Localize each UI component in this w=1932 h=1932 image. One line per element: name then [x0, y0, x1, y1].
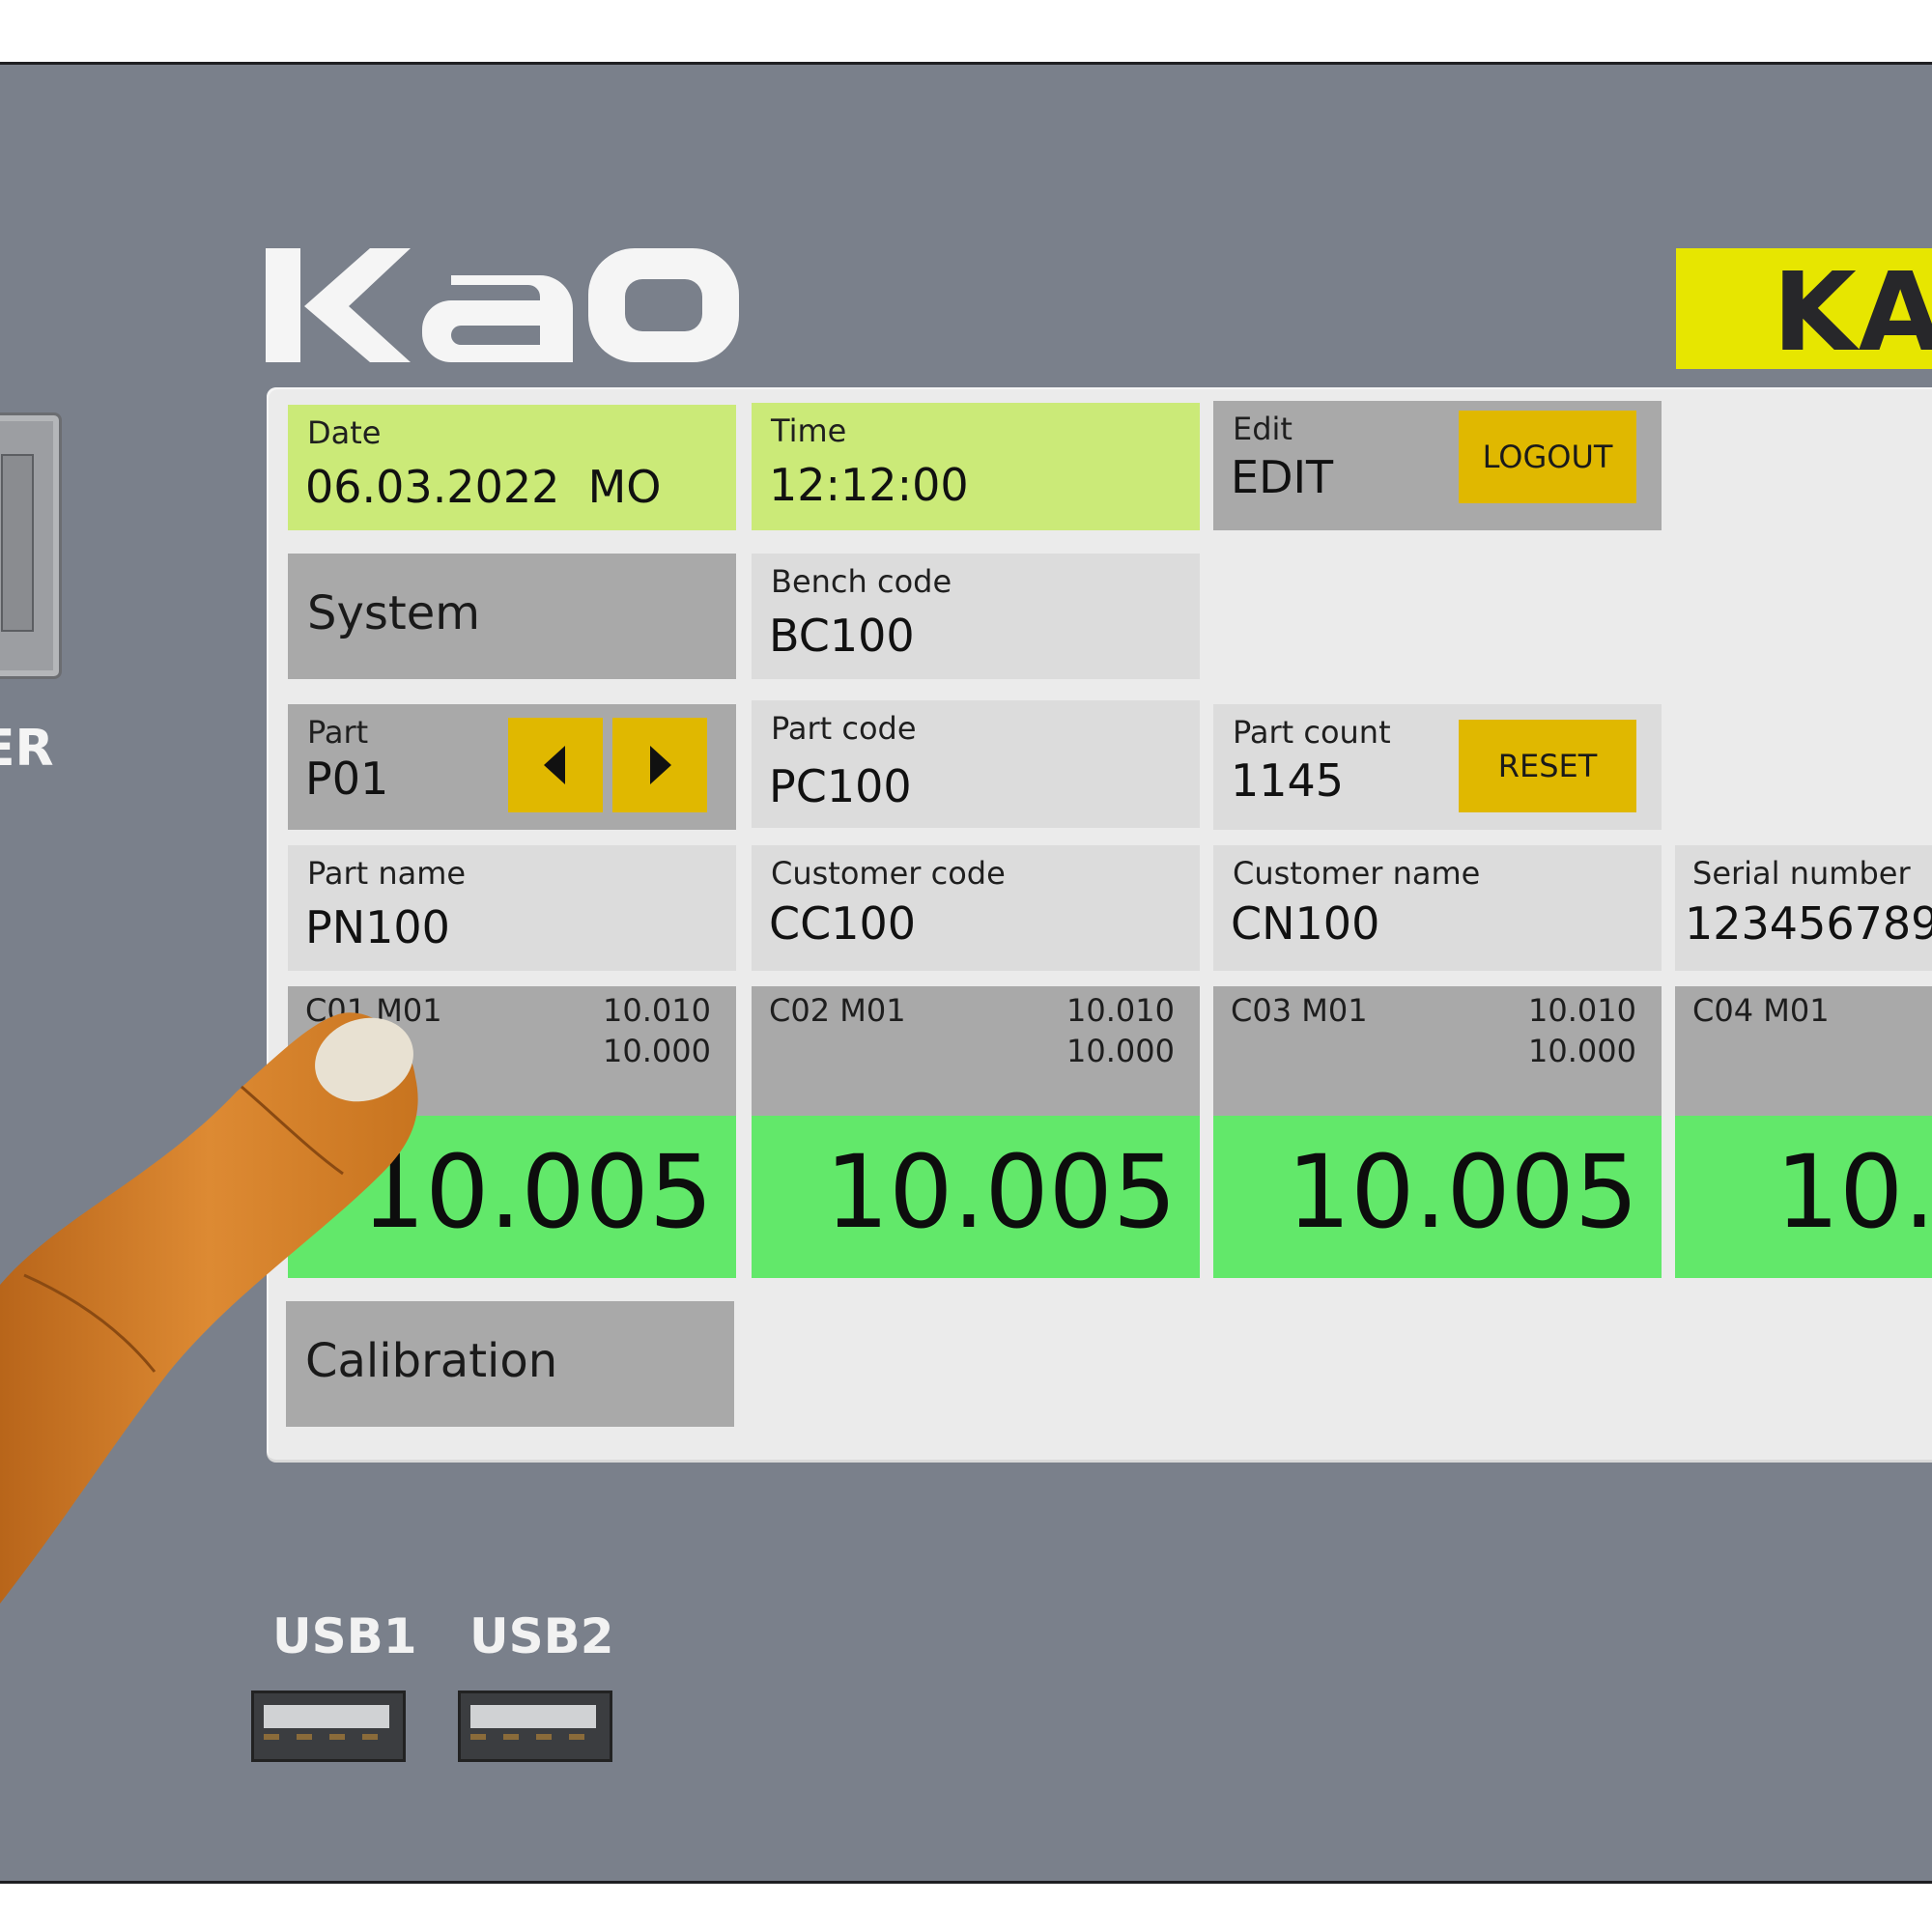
channel-lower-limit: 10.000 [603, 1033, 711, 1069]
customer-name-label: Customer name [1233, 855, 1481, 892]
serial-number-label: Serial number [1692, 855, 1911, 892]
edit-value: EDIT [1231, 451, 1334, 503]
triangle-right-icon [650, 746, 671, 784]
channel-name: C01 M01 [305, 992, 442, 1029]
part-count-tile: Part count 1145 RESET [1213, 704, 1662, 830]
channel-reading-panel: 10.005 [1213, 1116, 1662, 1278]
part-name-value: PN100 [305, 901, 450, 953]
part-count-value: 1145 [1231, 754, 1345, 807]
part-name-tile: Part name PN100 [288, 845, 736, 971]
channel-reading: 10.005 [361, 1133, 713, 1251]
channel-tile-c02[interactable]: C02 M01 10.010 10.000 10.005 [752, 986, 1200, 1278]
part-label: Part [307, 714, 369, 751]
part-code-value: PC100 [769, 760, 912, 812]
time-tile: Time 12:12:00 [752, 403, 1200, 530]
touch-screen: Date 06.03.2022 MO Time 12:12:00 Edit ED… [267, 387, 1932, 1460]
channel-lower-limit: 10.000 [1066, 1033, 1175, 1069]
channel-tile-c01[interactable]: C01 M01 10.010 10.000 10.005 [288, 986, 736, 1278]
date-value: 06.03.2022 MO [305, 461, 662, 513]
usb1-port[interactable] [251, 1690, 406, 1762]
serial-number-value: 123456789 [1685, 897, 1932, 950]
edit-label: Edit [1233, 411, 1293, 447]
usb1-label: USB1 [272, 1608, 417, 1664]
usb2-port[interactable] [458, 1690, 612, 1762]
channel-name: C03 M01 [1231, 992, 1368, 1029]
power-rocker[interactable] [1, 454, 34, 632]
usb-tongue [264, 1705, 389, 1728]
part-code-tile: Part code PC100 [752, 700, 1200, 828]
instrument-front-panel: kao KA1 ER Date 06.03.2022 MO Time 12:12… [0, 62, 1932, 1884]
channel-reading-panel: 10.005 [752, 1116, 1200, 1278]
channel-upper-limit: 10.010 [1066, 992, 1175, 1029]
usb2-label: USB2 [469, 1608, 614, 1664]
bench-code-tile: Bench code BC100 [752, 554, 1200, 679]
edit-tile[interactable]: Edit EDIT LOGOUT [1213, 401, 1662, 530]
part-next-button[interactable] [612, 718, 707, 812]
model-badge-text: KA1 [1773, 250, 1932, 369]
system-button-label: System [307, 586, 480, 640]
channel-name: C02 M01 [769, 992, 906, 1029]
channel-upper-limit: 10.010 [603, 992, 711, 1029]
channel-reading: 10.005 [825, 1133, 1177, 1251]
triangle-left-icon [544, 746, 565, 784]
part-prev-button[interactable] [508, 718, 603, 812]
part-name-label: Part name [307, 855, 467, 892]
channel-upper-limit: 10.010 [1528, 992, 1636, 1029]
date-label: Date [307, 414, 382, 451]
customer-code-tile: Customer code CC100 [752, 845, 1200, 971]
time-value: 12:12:00 [769, 459, 969, 511]
customer-code-label: Customer code [771, 855, 1006, 892]
channel-lower-limit: 10.000 [1528, 1033, 1636, 1069]
part-count-label: Part count [1233, 714, 1391, 751]
usb-pins [470, 1734, 596, 1740]
bench-code-label: Bench code [771, 563, 952, 600]
time-label: Time [771, 412, 847, 449]
customer-name-tile: Customer name CN100 [1213, 845, 1662, 971]
calibration-button-label: Calibration [305, 1334, 558, 1388]
channel-tile-c03[interactable]: C03 M01 10.010 10.000 10.005 [1213, 986, 1662, 1278]
kao-logo [266, 248, 739, 362]
part-tile: Part P01 [288, 704, 736, 830]
reset-button[interactable]: RESET [1459, 720, 1636, 812]
system-button[interactable]: System [288, 554, 736, 679]
channel-reading-panel: 10.005 [288, 1116, 736, 1278]
part-code-label: Part code [771, 710, 917, 747]
customer-name-value: CN100 [1231, 897, 1380, 950]
serial-number-tile: Serial number 123456789 [1675, 845, 1932, 971]
bench-code-value: BC100 [769, 610, 915, 662]
channel-tile-c04[interactable]: C04 M01 10.005 [1675, 986, 1932, 1278]
usb-pins [264, 1734, 389, 1740]
channel-reading: 10.005 [1776, 1133, 1932, 1251]
usb-tongue [470, 1705, 596, 1728]
date-tile: Date 06.03.2022 MO [288, 405, 736, 530]
channel-name: C04 M01 [1692, 992, 1830, 1029]
power-switch[interactable] [0, 412, 62, 679]
calibration-button[interactable]: Calibration [286, 1301, 734, 1427]
power-label: ER [0, 720, 54, 778]
channel-reading: 10.005 [1287, 1133, 1638, 1251]
model-badge: KA1 [1676, 248, 1932, 369]
customer-code-value: CC100 [769, 897, 917, 950]
part-value: P01 [305, 753, 389, 805]
logout-button[interactable]: LOGOUT [1459, 411, 1636, 503]
channel-reading-panel: 10.005 [1675, 1116, 1932, 1278]
